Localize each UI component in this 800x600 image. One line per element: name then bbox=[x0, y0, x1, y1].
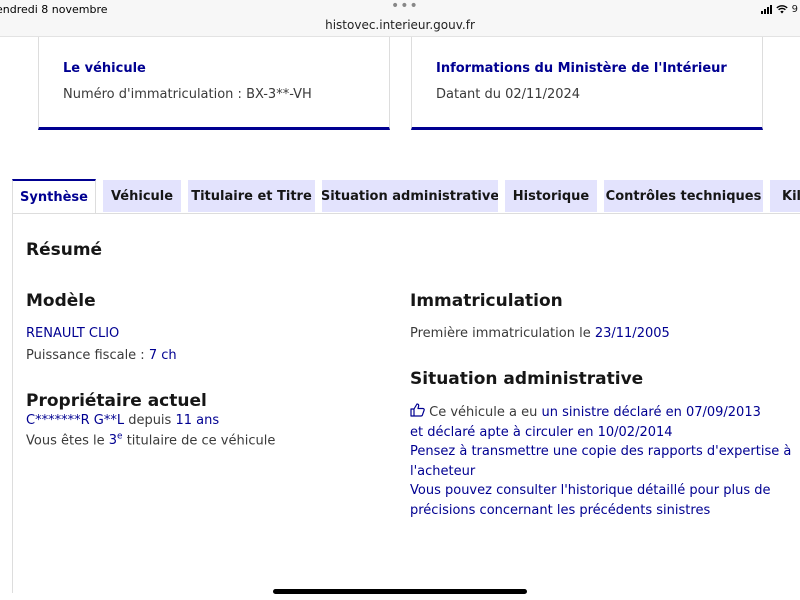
owner-line: C*******R G**L depuis 11 ans bbox=[26, 413, 219, 428]
first-registration-label: Première immatriculation le bbox=[410, 326, 595, 341]
cellular-signal-icon bbox=[760, 5, 772, 14]
browser-status-bar: endredi 8 novembre ••• histovec.interieu… bbox=[0, 0, 800, 37]
fiscal-power-value: 7 ch bbox=[148, 348, 177, 363]
tab-bar: Synthèse Véhicule Titulaire et Titre Sit… bbox=[0, 179, 800, 213]
battery-level: 9 bbox=[791, 4, 798, 15]
accident-declared-link[interactable]: un sinistre déclaré en 07/09/2013 bbox=[542, 405, 761, 420]
tab-historique[interactable]: Historique bbox=[505, 180, 597, 212]
tab-controles-techniques[interactable]: Contrôles techniques bbox=[604, 180, 763, 212]
roadworthy-line: et déclaré apte à circuler en 10/02/2014 bbox=[410, 425, 673, 440]
tab-situation-administrative[interactable]: Situation administrative bbox=[322, 180, 498, 212]
vehicle-card: Le véhicule Numéro d'immatriculation : B… bbox=[38, 37, 390, 130]
history-advice-line-2[interactable]: précisions concernant les précédents sin… bbox=[410, 503, 710, 518]
more-dots-icon[interactable]: ••• bbox=[391, 0, 419, 14]
wifi-icon bbox=[775, 5, 788, 14]
first-registration-line: Première immatriculation le 23/11/2005 bbox=[410, 326, 670, 341]
registration-heading: Immatriculation bbox=[410, 291, 563, 311]
owner-since-value: 11 ans bbox=[175, 413, 220, 428]
expertise-advice-line-1: Pensez à transmettre une copie des rappo… bbox=[410, 444, 792, 459]
history-advice-line-1[interactable]: Vous pouvez consulter l'historique détai… bbox=[410, 483, 771, 498]
ministry-card-title: Informations du Ministère de l'Intérieur bbox=[436, 61, 727, 76]
model-heading: Modèle bbox=[26, 291, 96, 311]
accident-line: Ce véhicule a eu un sinistre déclaré en … bbox=[410, 403, 761, 420]
status-indicators: 9 bbox=[760, 4, 798, 15]
accident-prefix: Ce véhicule a eu bbox=[429, 405, 542, 420]
model-name: RENAULT CLIO bbox=[26, 326, 120, 341]
owner-rank-number: 3e bbox=[108, 432, 123, 449]
plate-number-text: Numéro d'immatriculation : BX-3**-VH bbox=[63, 87, 312, 102]
tab-vehicule[interactable]: Véhicule bbox=[103, 180, 181, 212]
vehicle-card-title: Le véhicule bbox=[63, 61, 146, 76]
roadworthy-declared-link[interactable]: déclaré apte à circuler en 10/02/2014 bbox=[427, 425, 672, 440]
home-indicator[interactable] bbox=[273, 589, 527, 594]
data-date-text: Datant du 02/11/2024 bbox=[436, 87, 581, 102]
address-bar-url[interactable]: histovec.interieur.gouv.fr bbox=[0, 18, 800, 32]
fiscal-power-label: Puissance fiscale : bbox=[26, 348, 149, 363]
expertise-advice-line-2: l'acheteur bbox=[410, 464, 476, 479]
owner-rank-suffix: titulaire de ce véhicule bbox=[122, 433, 276, 449]
thumbs-up-icon bbox=[410, 403, 425, 417]
first-registration-date: 23/11/2005 bbox=[594, 326, 670, 341]
synthese-panel: Résumé Modèle RENAULT CLIO Puissance fis… bbox=[12, 213, 800, 593]
ministry-info-card: Informations du Ministère de l'Intérieur… bbox=[411, 37, 763, 130]
owner-name: C*******R G**L bbox=[26, 413, 125, 428]
admin-situation-heading: Situation administrative bbox=[410, 369, 644, 389]
owner-rank-prefix: Vous êtes le bbox=[26, 433, 109, 449]
tab-titulaire-titre[interactable]: Titulaire et Titre bbox=[188, 180, 315, 212]
tab-kilometrage[interactable]: Kilo bbox=[770, 180, 800, 212]
owner-rank-line: Vous êtes le 3e titulaire de ce véhicule bbox=[26, 432, 275, 448]
fiscal-power-line: Puissance fiscale : 7 ch bbox=[26, 348, 177, 363]
owner-heading: Propriétaire actuel bbox=[26, 391, 207, 411]
status-date: endredi 8 novembre bbox=[0, 3, 108, 16]
owner-since-label: depuis bbox=[124, 413, 176, 428]
roadworthy-prefix: et bbox=[410, 425, 428, 440]
tab-synthese[interactable]: Synthèse bbox=[12, 179, 96, 213]
summary-title: Résumé bbox=[26, 240, 103, 260]
